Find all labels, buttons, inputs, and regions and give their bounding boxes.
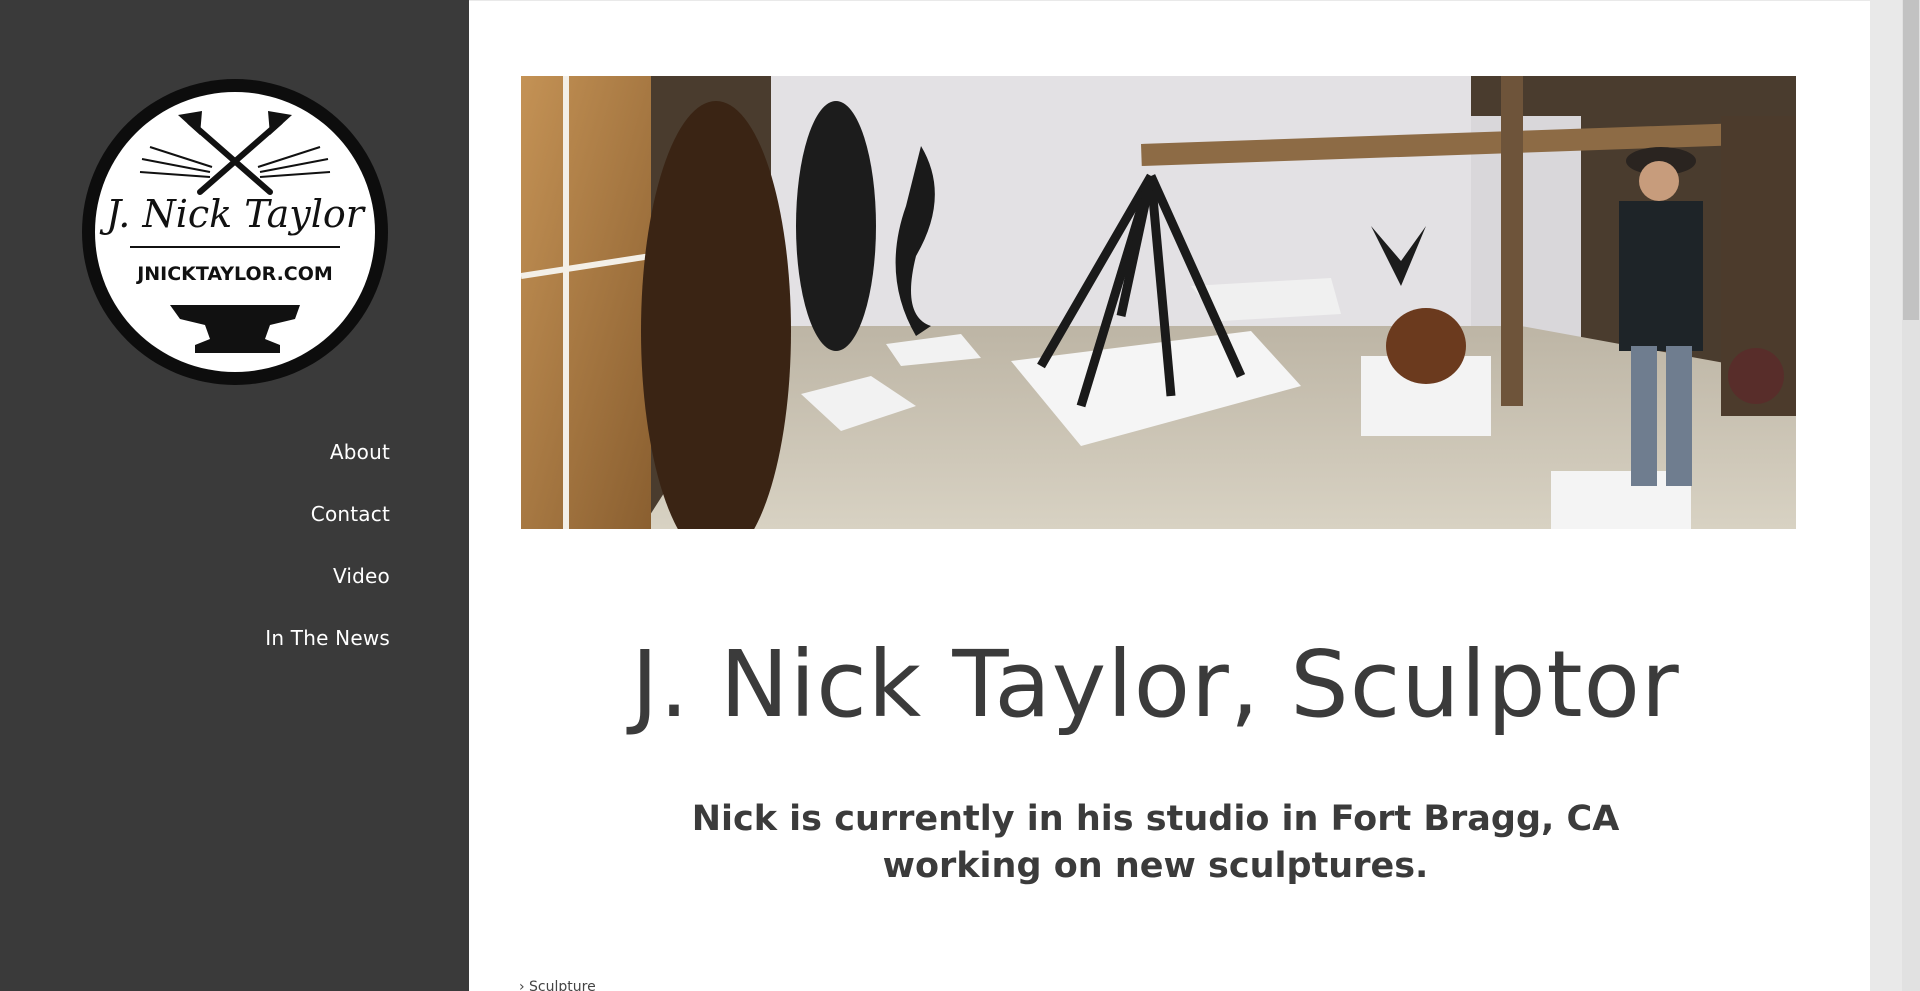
- sidebar-nav: About Contact Video In The News: [265, 440, 390, 688]
- page-subtitle: Nick is currently in his studio in Fort …: [691, 799, 1620, 886]
- logo-badge-icon: J. Nick Taylor JNICKTAYLOR.COM: [82, 79, 388, 385]
- nav-link-in-the-news[interactable]: In The News: [265, 626, 390, 650]
- nav-link-video[interactable]: Video: [333, 564, 390, 588]
- nav-link-contact[interactable]: Contact: [311, 502, 390, 526]
- scrollbar-thumb[interactable]: [1903, 0, 1919, 320]
- nav-item-in-the-news: In The News: [265, 626, 390, 688]
- nav-item-video: Video: [265, 564, 390, 626]
- logo-url-text: JNICKTAYLOR.COM: [135, 263, 333, 285]
- page-title: J. Nick Taylor, Sculptor: [631, 631, 1680, 738]
- breadcrumb[interactable]: › Sculpture: [519, 979, 596, 991]
- main-content: J. Nick Taylor, Sculptor Nick is current…: [469, 1, 1870, 991]
- studio-panorama-image: [521, 76, 1796, 529]
- logo-name-text: J. Nick Taylor: [99, 192, 367, 236]
- sidebar: J. Nick Taylor JNICKTAYLOR.COM About Con…: [0, 0, 469, 991]
- nav-link-about[interactable]: About: [330, 440, 390, 464]
- site-logo[interactable]: J. Nick Taylor JNICKTAYLOR.COM: [80, 77, 390, 387]
- hero-studio-photo: [521, 76, 1796, 529]
- page: J. Nick Taylor JNICKTAYLOR.COM About Con…: [0, 0, 1920, 991]
- nav-item-about: About: [265, 440, 390, 502]
- nav-item-contact: Contact: [265, 502, 390, 564]
